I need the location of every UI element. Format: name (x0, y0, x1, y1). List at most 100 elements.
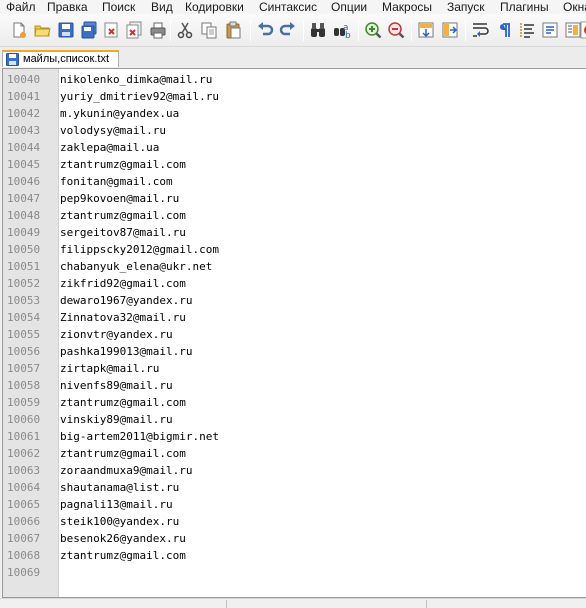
show-all-characters-icon[interactable] (495, 21, 513, 39)
line-number: 10058 (7, 379, 41, 392)
language-icon[interactable] (541, 21, 559, 39)
line-number: 10060 (7, 413, 41, 426)
line-number: 10068 (7, 549, 41, 562)
editor-line[interactable]: besenok26@yandex.ru (60, 530, 186, 547)
text-editor[interactable]: 10040 10041 10042 10043 10044 10045 10046 10047… (2, 68, 586, 598)
editor-line[interactable]: sergeitov87@mail.ru (60, 224, 186, 241)
menu-item[interactable]: Файл (6, 0, 36, 14)
toolbar: ab (0, 14, 586, 47)
file-saved-icon (6, 53, 19, 66)
editor-line[interactable]: zionvtr@yandex.ru (60, 326, 173, 343)
editor-line[interactable]: Zinnatova32@mail.ru (60, 309, 186, 326)
record-macro-icon[interactable] (580, 21, 586, 39)
new-file-icon[interactable] (10, 21, 28, 39)
menu-item[interactable]: Поиск (102, 0, 135, 14)
editor-line[interactable]: pashka199013@mail.ru (60, 343, 192, 360)
editor-line[interactable]: chabanyuk_elena@ukr.net (60, 258, 212, 275)
line-number: 10055 (7, 328, 41, 341)
menu-item[interactable]: Вид (151, 0, 173, 14)
editor-line[interactable]: zaklepa@mail.ua (60, 139, 159, 156)
line-number: 10066 (7, 515, 41, 528)
undo-icon[interactable] (256, 21, 274, 39)
menu-item[interactable]: Синтаксис (259, 0, 317, 14)
sync-horizontal-icon[interactable] (441, 21, 459, 39)
paste-icon[interactable] (224, 21, 242, 39)
menu-item[interactable]: Опции (331, 0, 367, 14)
line-number: 10059 (7, 396, 41, 409)
line-number: 10045 (7, 158, 41, 171)
line-number: 10048 (7, 209, 41, 222)
line-number: 10057 (7, 362, 41, 375)
line-number: 10062 (7, 447, 41, 460)
sync-vertical-icon[interactable] (417, 21, 435, 39)
line-number: 10047 (7, 192, 41, 205)
line-number: 10063 (7, 464, 41, 477)
replace-icon[interactable]: ab (333, 21, 351, 39)
editor-line[interactable]: big-artem2011@bigmir.net (60, 428, 219, 445)
editor-line[interactable]: ztantrumz@gmail.com (60, 547, 186, 564)
toolbar-separator (358, 20, 359, 41)
menu-item[interactable]: Окна (563, 0, 586, 14)
editor-line[interactable]: ztantrumz@gmail.com (60, 156, 186, 173)
editor-line[interactable]: ztantrumz@gmail.com (60, 207, 186, 224)
open-file-icon[interactable] (33, 21, 51, 39)
editor-line[interactable]: shautanama@list.ru (60, 479, 179, 496)
line-number: 10040 (7, 73, 41, 86)
editor-line[interactable]: yuriy_dmitriev92@mail.ru (60, 88, 219, 105)
line-number-gutter: 10040 10041 10042 10043 10044 10045 10046 10047… (3, 69, 59, 597)
menu-item[interactable]: Кодировки (185, 0, 244, 14)
line-number: 10069 (7, 566, 41, 579)
line-number: 10065 (7, 498, 41, 511)
save-all-icon[interactable] (80, 21, 98, 39)
line-number: 10046 (7, 175, 41, 188)
editor-line[interactable]: m.ykunin@yandex.ua (60, 105, 179, 122)
editor-line[interactable]: pep9kovoen@mail.ru (60, 190, 179, 207)
tab-bar: майлы,список.txt (0, 47, 586, 67)
close-all-icon[interactable] (125, 21, 143, 39)
line-number: 10050 (7, 243, 41, 256)
document-tab[interactable]: майлы,список.txt (2, 50, 119, 67)
editor-line[interactable]: zoraandmuxa9@mail.ru (60, 462, 192, 479)
editor-line[interactable]: ztantrumz@gmail.com (60, 445, 186, 462)
line-number: 10042 (7, 107, 41, 120)
editor-line[interactable]: dewaro1967@yandex.ru (60, 292, 192, 309)
menu-item[interactable]: Плагины (500, 0, 549, 14)
zoom-in-icon[interactable] (364, 21, 382, 39)
print-icon[interactable] (149, 21, 167, 39)
editor-line[interactable]: ztantrumz@gmail.com (60, 394, 186, 411)
editor-line[interactable]: nikolenko_dimka@mail.ru (60, 71, 212, 88)
editor-line[interactable]: filippscky2012@gmail.com (60, 241, 219, 258)
status-bar (0, 598, 586, 608)
line-number: 10054 (7, 311, 41, 324)
line-number: 10043 (7, 124, 41, 137)
save-icon[interactable] (57, 21, 75, 39)
word-wrap-icon[interactable] (471, 21, 489, 39)
close-icon[interactable] (102, 21, 120, 39)
editor-line[interactable]: steik100@yandex.ru (60, 513, 179, 530)
find-icon[interactable] (309, 21, 327, 39)
editor-line[interactable]: zirtapk@mail.ru (60, 360, 159, 377)
editor-line[interactable]: vinskiy89@mail.ru (60, 411, 173, 428)
indent-guide-icon[interactable] (518, 21, 536, 39)
editor-line[interactable]: nivenfs89@mail.ru (60, 377, 173, 394)
line-number: 10051 (7, 260, 41, 273)
editor-line[interactable]: volodysy@mail.ru (60, 122, 166, 139)
line-number: 10049 (7, 226, 41, 239)
menu-item[interactable]: Макросы (382, 0, 432, 14)
line-number: 10041 (7, 90, 41, 103)
menu-bar: Файл Правка Поиск Вид Кодировки Синтаксис Опци… (0, 0, 586, 14)
zoom-out-icon[interactable] (387, 21, 405, 39)
menu-item[interactable]: Запуск (447, 0, 485, 14)
menu-item[interactable]: Правка (47, 0, 88, 14)
redo-icon[interactable] (279, 21, 297, 39)
toolbar-separator (411, 20, 412, 41)
copy-icon[interactable] (200, 21, 218, 39)
line-number: 10044 (7, 141, 41, 154)
toolbar-separator (303, 20, 304, 41)
editor-line[interactable]: fonitan@gmail.com (60, 173, 173, 190)
editor-line[interactable]: pagnali13@mail.ru (60, 496, 173, 513)
toolbar-separator (250, 20, 251, 41)
editor-line[interactable]: zikfrid92@gmail.com (60, 275, 186, 292)
cut-icon[interactable] (176, 21, 194, 39)
line-number: 10053 (7, 294, 41, 307)
